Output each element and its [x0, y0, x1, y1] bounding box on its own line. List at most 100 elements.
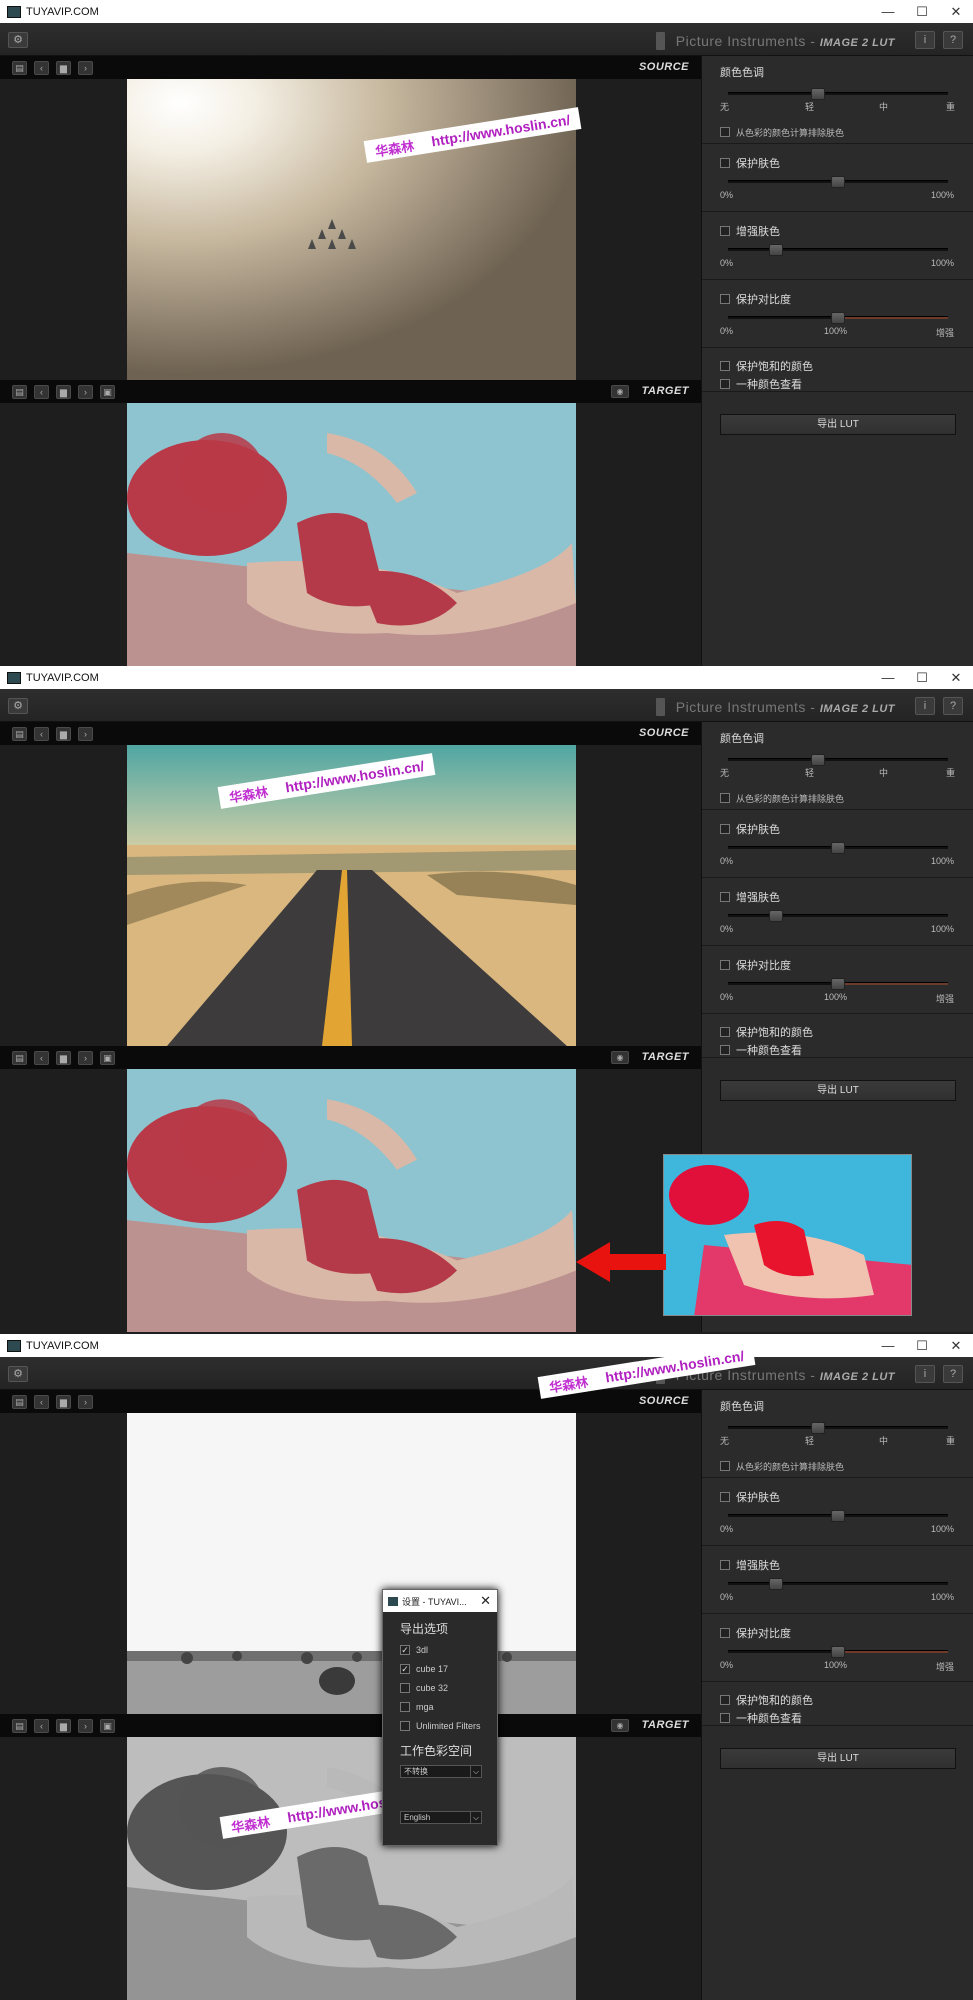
exclude-skin-checkbox[interactable]: 从色彩的颜色计算排除肤色 — [720, 126, 844, 139]
save-icon[interactable]: ▤ — [12, 1719, 27, 1733]
checkbox-box[interactable] — [400, 1720, 410, 1731]
info-button[interactable]: i — [915, 1365, 935, 1383]
help-button[interactable]: ? — [943, 697, 963, 715]
slider-handle[interactable] — [811, 88, 826, 100]
checkbox-box[interactable] — [720, 226, 730, 236]
export-image-icon[interactable]: ▣ — [100, 385, 115, 399]
checkbox-box[interactable] — [720, 960, 730, 970]
protect-contrast-slider[interactable] — [728, 312, 948, 324]
save-icon[interactable]: ▤ — [12, 1395, 27, 1409]
info-button[interactable]: i — [915, 31, 935, 49]
protect-skin-slider[interactable] — [728, 842, 948, 854]
close-window-button[interactable]: ✕ — [939, 1334, 973, 1357]
next-image-icon[interactable]: › — [78, 1395, 93, 1409]
maximize-button[interactable]: ☐ — [905, 666, 939, 689]
open-folder-icon[interactable]: ▆ — [56, 727, 71, 741]
checkbox-box[interactable] — [720, 1713, 730, 1723]
minimize-button[interactable]: — — [871, 666, 905, 689]
export-option-1[interactable]: ✓ cube 17 — [400, 1662, 497, 1675]
close-window-button[interactable]: ✕ — [939, 666, 973, 689]
eye-preview-icon[interactable]: ◉ — [611, 385, 629, 398]
checkbox-box[interactable] — [720, 1560, 730, 1570]
minimize-button[interactable]: — — [871, 1334, 905, 1357]
maximize-button[interactable]: ☐ — [905, 0, 939, 23]
prev-image-icon[interactable]: ‹ — [34, 1395, 49, 1409]
protect-contrast-checkbox[interactable]: 保护对比度 — [720, 957, 791, 973]
enhance-skin-slider[interactable] — [728, 910, 948, 922]
color-tone-slider[interactable] — [728, 88, 948, 100]
slider-handle[interactable] — [831, 1510, 845, 1522]
slider-handle[interactable] — [769, 244, 784, 256]
protect-saturated-checkbox[interactable]: 保护饱和的颜色 — [720, 1692, 813, 1708]
save-icon[interactable]: ▤ — [12, 385, 27, 399]
slider-handle[interactable] — [831, 312, 845, 324]
checkbox-box[interactable] — [720, 158, 730, 168]
eye-preview-icon[interactable]: ◉ — [611, 1719, 629, 1732]
next-image-icon[interactable]: › — [78, 61, 93, 75]
checkbox-box[interactable] — [400, 1701, 410, 1712]
language-select[interactable]: English ⌵ — [400, 1811, 482, 1824]
exclude-skin-checkbox[interactable]: 从色彩的颜色计算排除肤色 — [720, 792, 844, 805]
settings-gear-button[interactable]: ⚙ — [8, 1366, 28, 1382]
close-window-button[interactable]: ✕ — [939, 0, 973, 23]
checkbox-box[interactable]: ✓ — [400, 1644, 410, 1655]
eye-preview-icon[interactable]: ◉ — [611, 1051, 629, 1064]
minimize-button[interactable]: — — [871, 0, 905, 23]
slider-handle[interactable] — [831, 1646, 845, 1658]
open-folder-icon[interactable]: ▆ — [56, 385, 71, 399]
help-button[interactable]: ? — [943, 1365, 963, 1383]
checkbox-box[interactable] — [720, 1492, 730, 1502]
protect-saturated-checkbox[interactable]: 保护饱和的颜色 — [720, 358, 813, 374]
save-icon[interactable]: ▤ — [12, 61, 27, 75]
checkbox-box[interactable] — [400, 1682, 410, 1693]
export-image-icon[interactable]: ▣ — [100, 1051, 115, 1065]
workspace-select[interactable]: 不转换 ⌵ — [400, 1765, 482, 1778]
save-icon[interactable]: ▤ — [12, 1051, 27, 1065]
checkbox-box[interactable] — [720, 1628, 730, 1638]
next-image-icon[interactable]: › — [78, 1051, 93, 1065]
help-button[interactable]: ? — [943, 31, 963, 49]
slider-handle[interactable] — [831, 842, 845, 854]
enhance-skin-checkbox[interactable]: 增强肤色 — [720, 889, 780, 905]
prev-image-icon[interactable]: ‹ — [34, 1051, 49, 1065]
prev-image-icon[interactable]: ‹ — [34, 727, 49, 741]
color-tone-slider[interactable] — [728, 754, 948, 766]
checkbox-box[interactable]: ✓ — [400, 1663, 410, 1674]
protect-saturated-checkbox[interactable]: 保护饱和的颜色 — [720, 1024, 813, 1040]
slider-handle[interactable] — [811, 754, 826, 766]
protect-skin-slider[interactable] — [728, 1510, 948, 1522]
export-lut-button[interactable]: 导出 LUT — [720, 1080, 956, 1101]
next-image-icon[interactable]: › — [78, 385, 93, 399]
open-folder-icon[interactable]: ▆ — [56, 1719, 71, 1733]
info-button[interactable]: i — [915, 697, 935, 715]
one-color-checkbox[interactable]: 一种颜色查看 — [720, 1710, 802, 1726]
slider-handle[interactable] — [831, 978, 845, 990]
slider-handle[interactable] — [811, 1422, 826, 1434]
export-lut-button[interactable]: 导出 LUT — [720, 414, 956, 435]
enhance-skin-slider[interactable] — [728, 1578, 948, 1590]
slider-handle[interactable] — [769, 910, 784, 922]
export-option-4[interactable]: Unlimited Filters — [400, 1719, 497, 1732]
enhance-skin-checkbox[interactable]: 增强肤色 — [720, 1557, 780, 1573]
one-color-checkbox[interactable]: 一种颜色查看 — [720, 1042, 802, 1058]
protect-skin-checkbox[interactable]: 保护肤色 — [720, 1489, 780, 1505]
next-image-icon[interactable]: › — [78, 727, 93, 741]
checkbox-box[interactable] — [720, 793, 730, 803]
export-option-2[interactable]: cube 32 — [400, 1681, 497, 1694]
settings-gear-button[interactable]: ⚙ — [8, 32, 28, 48]
export-option-0[interactable]: ✓ 3dl — [400, 1643, 497, 1656]
save-icon[interactable]: ▤ — [12, 727, 27, 741]
prev-image-icon[interactable]: ‹ — [34, 385, 49, 399]
prev-image-icon[interactable]: ‹ — [34, 61, 49, 75]
export-lut-button[interactable]: 导出 LUT — [720, 1748, 956, 1769]
slider-handle[interactable] — [831, 176, 845, 188]
protect-contrast-slider[interactable] — [728, 978, 948, 990]
checkbox-box[interactable] — [720, 361, 730, 371]
enhance-skin-checkbox[interactable]: 增强肤色 — [720, 223, 780, 239]
protect-contrast-checkbox[interactable]: 保护对比度 — [720, 1625, 791, 1641]
export-option-3[interactable]: mga — [400, 1700, 497, 1713]
protect-skin-checkbox[interactable]: 保护肤色 — [720, 821, 780, 837]
open-folder-icon[interactable]: ▆ — [56, 1395, 71, 1409]
enhance-skin-slider[interactable] — [728, 244, 948, 256]
checkbox-box[interactable] — [720, 824, 730, 834]
